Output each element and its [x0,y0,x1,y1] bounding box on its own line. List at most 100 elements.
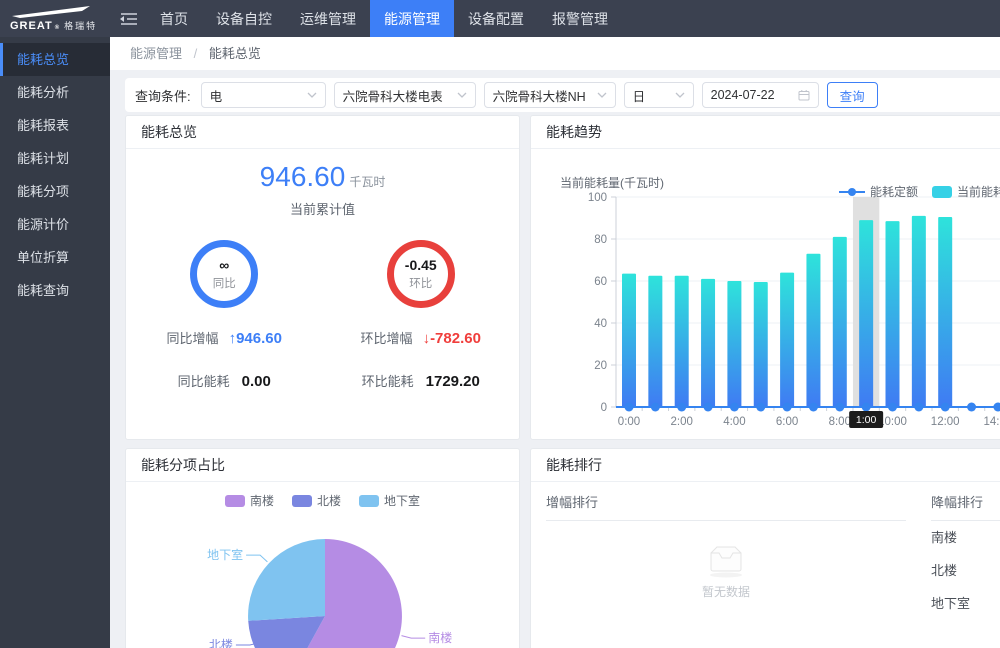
energy-type-select[interactable]: 电 [201,82,326,108]
sidebar-item-energy-pricing[interactable]: 能源计价 [0,208,110,241]
legend-item-current[interactable]: 当前能耗 [932,183,1000,200]
svg-text:地下室: 地下室 [207,547,243,562]
value-caption: 当前累计值 [126,199,519,218]
growth-ranking-header: 增幅排行 [546,482,906,521]
pie-legend-item[interactable]: 南楼 [225,492,274,509]
calendar-icon [798,89,810,101]
rank-item-basement: 地下室 [931,587,1000,620]
date-input[interactable]: 2024-07-22 [702,82,819,108]
svg-text:4:00: 4:00 [723,416,745,428]
breadcrumb: 能源管理 / 能耗总览 [110,37,1000,70]
brand-reg: ® [55,25,60,31]
sidebar-item-energy-report[interactable]: 能耗报表 [0,109,110,142]
main-content: 能源管理 / 能耗总览 查询条件: 电 六院骨科大楼电表 六院骨科大楼NH 日 [110,37,1000,648]
breadcrumb-separator: / [194,46,198,61]
down-arrow-icon: ↓ [423,330,431,347]
brand-logo: GREAT® 格瑞特 [0,0,110,37]
energy-trend-panel: 能耗趋势 能耗定额当前能耗 当前能耗量(千瓦时)0204060801000:00… [530,115,1000,440]
empty-box-icon [703,539,749,579]
sidebar-item-unit-conversion[interactable]: 单位折算 [0,241,110,274]
mom-ring-label: 环比 [409,275,432,291]
energy-overview-panel: 能耗总览 946.60千瓦时 当前累计值 ∞ 同比 同比增幅 ↑946.60 [125,115,520,440]
svg-text:100: 100 [588,192,607,204]
nav-item-home[interactable]: 首页 [146,0,202,37]
query-toolbar: 查询条件: 电 六院骨科大楼电表 六院骨科大楼NH 日 2024-07-22 [125,78,1000,112]
svg-text:0:00: 0:00 [618,416,640,428]
empty-state: 暂无数据 [546,539,906,600]
sidebar-item-energy-overview[interactable]: 能耗总览 [0,43,110,76]
decline-ranking-header: 降幅排行 [931,482,1000,521]
rank-item-south: 南楼 [931,521,1000,554]
mom-energy-label: 环比能耗 [362,371,414,390]
sidebar: 能耗总览 能耗分析 能耗报表 能耗计划 能耗分项 能源计价 单位折算 能耗查询 [0,37,110,648]
yoy-energy-value: 0.00 [242,373,271,390]
chevron-down-icon [457,92,467,98]
panel-title: 能耗趋势 [531,116,1000,149]
top-nav: 首页 设备自控 运维管理 能源管理 设备配置 报警管理 [146,0,622,37]
svg-text:12:00: 12:00 [931,416,960,428]
svg-text:2:00: 2:00 [671,416,693,428]
current-total-value: 946.60千瓦时 [126,161,519,193]
legend-item-quota[interactable]: 能耗定额 [839,183,918,200]
pie-legend-item[interactable]: 北楼 [292,492,341,509]
brand-name: GREAT [10,20,53,32]
svg-text:20: 20 [594,360,607,372]
yoy-ring: ∞ 同比 [190,240,258,308]
yoy-ring-label: 同比 [213,275,236,291]
yoy-growth-value: ↑946.60 [229,330,282,347]
sidebar-collapse-icon[interactable] [110,0,146,37]
nav-item-alarm-management[interactable]: 报警管理 [538,0,622,37]
svg-text:6:00: 6:00 [776,416,798,428]
mom-growth-label: 环比增幅 [361,328,413,347]
nav-item-device-control[interactable]: 设备自控 [202,0,286,37]
yoy-energy-label: 同比能耗 [178,371,230,390]
period-select[interactable]: 日 [624,82,694,108]
brand-name-cn: 格瑞特 [64,19,97,32]
svg-text:8:00: 8:00 [829,416,851,428]
pie-legend-item[interactable]: 地下室 [359,492,420,509]
nav-item-ops-management[interactable]: 运维管理 [286,0,370,37]
panel-title: 能耗排行 [531,449,1000,482]
energy-ranking-panel: 能耗排行 增幅排行 暂无数据 [530,448,1000,648]
rank-item-north: 北楼 [931,554,1000,587]
pie-chart[interactable]: 南楼北楼地下室 [140,511,505,648]
svg-text:60: 60 [594,276,607,288]
yoy-column: ∞ 同比 同比增幅 ↑946.60 同比能耗 0.00 [126,240,323,390]
empty-state-text: 暂无数据 [702,583,750,600]
search-button[interactable]: 查询 [827,82,878,108]
nav-item-device-config[interactable]: 设备配置 [454,0,538,37]
sidebar-item-energy-plan[interactable]: 能耗计划 [0,142,110,175]
nav-item-energy-management[interactable]: 能源管理 [370,0,454,37]
yoy-growth-label: 同比增幅 [167,328,219,347]
yoy-ring-value: ∞ [219,257,229,273]
breadcrumb-current: 能耗总览 [209,46,261,61]
brand-swoosh-icon [10,5,94,18]
chevron-down-icon [597,92,607,98]
sidebar-item-energy-subitem[interactable]: 能耗分项 [0,175,110,208]
sidebar-item-energy-query[interactable]: 能耗查询 [0,274,110,307]
growth-ranking-section: 增幅排行 暂无数据 [546,482,906,620]
meter-select[interactable]: 六院骨科大楼电表 [334,82,476,108]
decline-ranking-section: 降幅排行 南楼 北楼 地下室 [931,482,1000,620]
trend-chart-legend: 能耗定额当前能耗 [839,183,1000,200]
svg-text:80: 80 [594,234,607,246]
panel-title: 能耗总览 [126,116,519,149]
svg-text:40: 40 [594,318,607,330]
trend-chart[interactable]: 当前能耗量(千瓦时)0204060801000:002:004:006:008:… [546,175,1000,435]
svg-text:14:00: 14:00 [984,416,1000,428]
mom-ring-value: -0.45 [405,257,437,273]
breadcrumb-parent: 能源管理 [130,46,182,61]
up-arrow-icon: ↑ [229,330,237,347]
panel-title: 能耗分项占比 [126,449,519,482]
mom-energy-value: 1729.20 [426,373,480,390]
top-bar: GREAT® 格瑞特 首页 设备自控 运维管理 能源管理 设备配置 报警管理 [0,0,1000,37]
mom-column: -0.45 环比 环比增幅 ↓-782.60 环比能耗 1729.20 [323,240,520,390]
chevron-down-icon [675,92,685,98]
building-select[interactable]: 六院骨科大楼NH [484,82,616,108]
svg-text:南楼: 南楼 [428,630,452,645]
svg-text:0: 0 [601,402,607,414]
pie-chart-legend: 南楼 北楼 地下室 [126,492,519,509]
brand-text: GREAT® 格瑞特 [10,19,110,32]
mom-ring: -0.45 环比 [387,240,455,308]
sidebar-item-energy-analysis[interactable]: 能耗分析 [0,76,110,109]
